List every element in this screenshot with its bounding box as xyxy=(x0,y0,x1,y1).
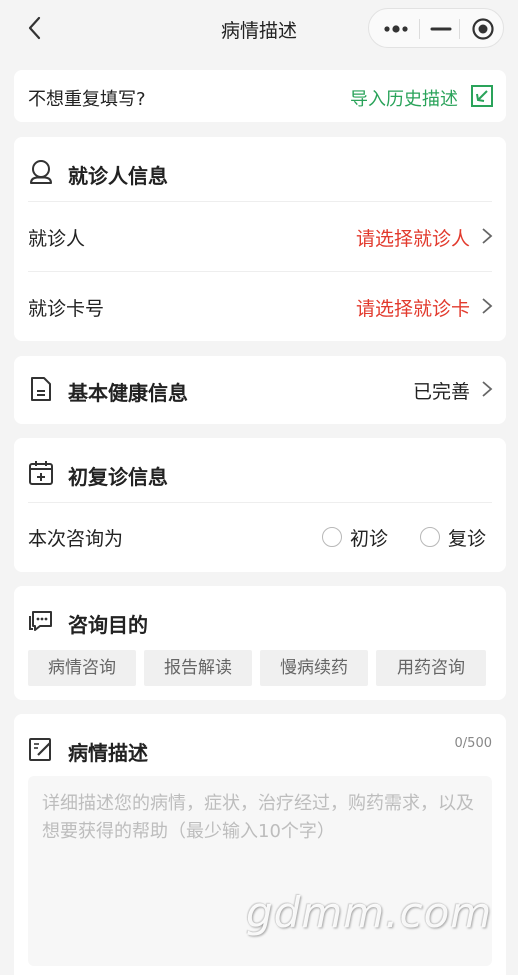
consult-type-label: 本次咨询为 xyxy=(28,528,124,550)
divider xyxy=(28,201,492,202)
import-question: 不想重复填写? xyxy=(28,89,146,110)
first-visit-option[interactable]: 初诊 xyxy=(322,524,392,551)
visit-section-title: 初复诊信息 xyxy=(68,465,168,489)
description-textarea[interactable]: 详细描述您的病情，症状，治疗经过，购药需求，以及想要获得的帮助（最少输入10个字… xyxy=(28,776,492,966)
description-placeholder: 详细描述您的病情，症状，治疗经过，购药需求，以及想要获得的帮助（最少输入10个字… xyxy=(42,793,474,842)
import-history-card: 不想重复填写? 导入历史描述 xyxy=(14,70,506,122)
card-number-label: 就诊卡号 xyxy=(28,298,105,320)
consult-purpose-card: 咨询目的 病情咨询 报告解读 慢病续药 用药咨询 xyxy=(14,586,506,700)
divider xyxy=(28,271,492,272)
tag-report-reading[interactable]: 报告解读 xyxy=(144,650,252,686)
description-section-title: 病情描述 xyxy=(68,741,148,765)
chevron-right-icon xyxy=(482,228,493,244)
tag-condition-consult[interactable]: 病情咨询 xyxy=(28,650,136,686)
capsule-divider xyxy=(459,19,460,39)
mini-program-capsule xyxy=(368,8,504,48)
tag-medication-consult[interactable]: 用药咨询 xyxy=(376,650,486,686)
person-icon xyxy=(30,160,52,184)
close-miniprogram-icon[interactable] xyxy=(471,17,495,41)
navigation-bar: 病情描述 xyxy=(0,0,518,58)
return-visit-option[interactable]: 复诊 xyxy=(420,524,494,551)
character-counter: 0/500 xyxy=(454,736,492,751)
document-icon xyxy=(31,377,51,401)
return-visit-radio[interactable] xyxy=(420,527,440,547)
minimize-icon[interactable] xyxy=(429,19,453,39)
more-options-icon[interactable] xyxy=(383,19,409,39)
import-history-link[interactable]: 导入历史描述 xyxy=(350,85,458,111)
patient-section-title: 就诊人信息 xyxy=(68,164,168,188)
select-patient-value[interactable]: 请选择就诊人 xyxy=(356,224,470,251)
visit-type-card: 初复诊信息 本次咨询为 初诊 复诊 xyxy=(14,438,506,572)
patient-info-card: 就诊人信息 就诊人 请选择就诊人 就诊卡号 请选择就诊卡 xyxy=(14,137,506,341)
first-visit-radio[interactable] xyxy=(322,527,342,547)
capsule-divider xyxy=(419,19,420,39)
return-visit-label[interactable]: 复诊 xyxy=(448,524,486,551)
first-visit-label[interactable]: 初诊 xyxy=(350,524,388,551)
edit-note-icon xyxy=(29,738,51,761)
health-info-card[interactable]: 基本健康信息 已完善 xyxy=(14,356,506,424)
chevron-right-icon xyxy=(482,298,493,314)
health-section-title: 基本健康信息 xyxy=(68,381,188,405)
health-status[interactable]: 已完善 xyxy=(413,377,470,404)
import-arrow-icon[interactable] xyxy=(470,84,494,108)
select-card-value[interactable]: 请选择就诊卡 xyxy=(356,294,470,321)
chat-bubble-icon xyxy=(29,611,52,631)
purpose-section-title: 咨询目的 xyxy=(68,613,148,637)
calendar-add-icon xyxy=(29,461,53,485)
tag-chronic-refill[interactable]: 慢病续药 xyxy=(260,650,368,686)
chevron-right-icon xyxy=(482,381,493,397)
patient-label: 就诊人 xyxy=(28,228,86,250)
divider xyxy=(28,502,492,503)
site-watermark: gdmm.com xyxy=(246,888,493,937)
